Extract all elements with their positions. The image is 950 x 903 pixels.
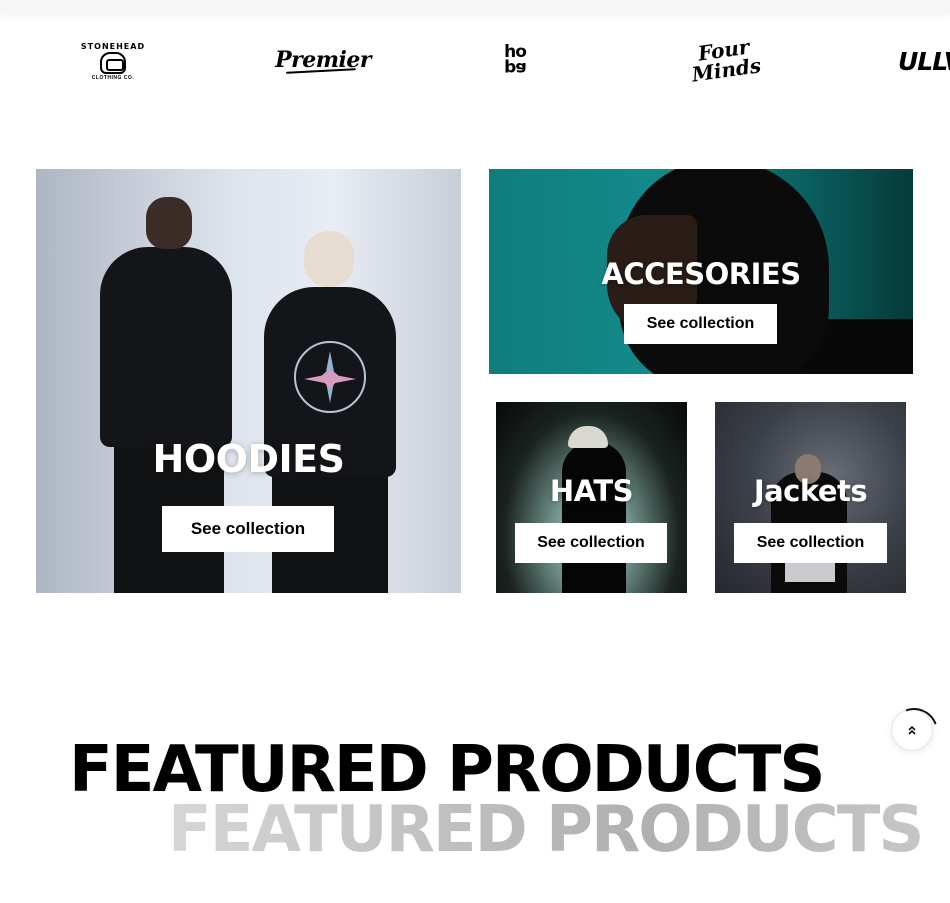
model-silhouette	[562, 442, 626, 593]
stonehead-logo[interactable]: STONEHEAD CLOTHING CO.	[80, 36, 146, 86]
model-shirt	[785, 562, 835, 582]
ully-logo-text: ULLV	[898, 46, 950, 76]
stonehead-logo-subtext: CLOTHING CO.	[91, 74, 135, 81]
accesories-title: ACCESORIES	[601, 257, 801, 291]
premier-logo[interactable]: Premier	[275, 42, 371, 78]
collection-card-hoodies[interactable]: HOODIES See collection	[36, 169, 461, 593]
hopa-logo-line2: pa	[504, 58, 526, 78]
collection-card-jackets[interactable]: Jackets See collection	[715, 402, 906, 593]
ully-logo[interactable]: ULLV	[898, 44, 950, 78]
hoodies-see-collection-button[interactable]: See collection	[162, 506, 334, 552]
accesories-see-collection-button[interactable]: See collection	[624, 304, 777, 344]
collection-card-accesories[interactable]: ACCESORIES See collection	[489, 169, 913, 374]
hopa-logo[interactable]: ho pa	[488, 40, 542, 80]
double-chevron-up-icon	[908, 725, 916, 735]
globe-graphic-icon	[294, 341, 366, 413]
collection-card-hats[interactable]: HATS See collection	[496, 402, 687, 593]
scroll-to-top-button[interactable]	[891, 709, 933, 751]
jackets-title: Jackets	[753, 474, 868, 508]
premier-logo-text: Premier	[275, 47, 371, 73]
brand-logo-strip: STONEHEAD CLOTHING CO. Premier ho pa Fou…	[0, 14, 950, 104]
model-2-head	[304, 231, 354, 287]
hoodies-title: HOODIES	[152, 437, 345, 481]
model-1-head	[146, 197, 192, 249]
model-1-hoodie	[100, 247, 232, 447]
stonehead-logo-text: STONEHEAD	[80, 41, 146, 51]
jackets-see-collection-button[interactable]: See collection	[734, 523, 887, 563]
cap-shape	[568, 426, 608, 448]
top-bar	[0, 0, 950, 14]
hats-title: HATS	[549, 474, 634, 508]
stonehead-face-icon	[100, 51, 126, 74]
hats-see-collection-button[interactable]: See collection	[515, 523, 667, 563]
four-minds-logo[interactable]: Four Minds	[687, 29, 764, 90]
featured-products-ghost-heading: FEATURED PRODUCTS	[168, 790, 950, 870]
